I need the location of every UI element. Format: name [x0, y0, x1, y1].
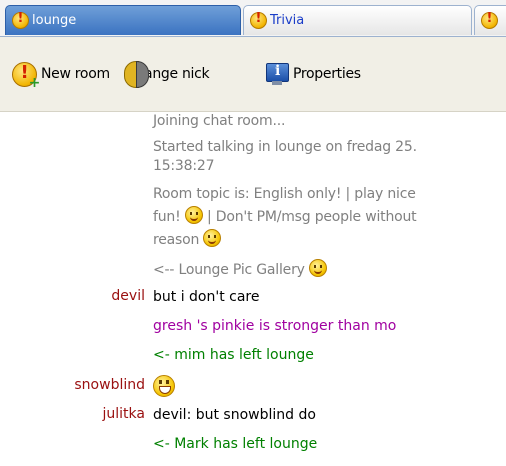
system-text: Room topic is: English only! | play nice [153, 186, 416, 202]
gallery-link[interactable]: <-- Lounge Pic Gallery [153, 262, 305, 278]
tab-lounge[interactable]: lounge [5, 5, 241, 35]
system-text: <-- Lounge Pic Gallery [153, 259, 506, 280]
info-icon [264, 61, 289, 87]
system-text: fun! | Don't PM/msg people without [153, 206, 506, 227]
tab-label: Trivia [270, 13, 305, 28]
new-room-label: New room [41, 66, 110, 82]
smiley-icon [309, 259, 327, 277]
grin-smiley-icon [153, 375, 175, 397]
change-nick-button[interactable]: Change nick [122, 60, 210, 88]
system-text: 15:38:27 [153, 158, 215, 174]
message-nick[interactable]: snowblind [74, 377, 145, 393]
tab-overflow[interactable] [474, 5, 506, 35]
message-text: gresh 's pinkie is stronger than mo [153, 318, 397, 334]
new-room-icon [12, 61, 40, 91]
system-text-fragment: | Don't PM/msg people without [207, 209, 417, 225]
system-text: Joining chat room... [153, 113, 286, 129]
chat-log[interactable]: Joining chat room... Started talking in … [0, 112, 506, 466]
toolbar: New room Change nick Properties [0, 37, 506, 112]
message-text: <- mim has left lounge [153, 347, 314, 363]
smiley-icon [203, 229, 222, 247]
system-text: reason [153, 229, 506, 250]
system-text-fragment: fun! [153, 209, 181, 225]
tab-trivia[interactable]: Trivia [243, 5, 472, 35]
system-text: Started talking in lounge on fredag 25. [153, 139, 417, 155]
properties-label: Properties [293, 66, 361, 82]
tab-label: lounge [32, 13, 77, 28]
chat-bubble-icon [481, 11, 498, 29]
message-text: devil: but snowblind do [153, 407, 316, 423]
message-text [153, 375, 506, 403]
new-room-button[interactable]: New room [12, 60, 110, 91]
chat-bubble-icon [250, 11, 267, 29]
smiley-icon [184, 206, 203, 224]
properties-button[interactable]: Properties [264, 60, 361, 88]
message-nick[interactable]: julitka [103, 406, 145, 422]
message-text: <- Mark has left lounge [153, 436, 318, 452]
message-nick[interactable]: devil [111, 288, 145, 304]
system-text-fragment: reason [153, 232, 200, 248]
chat-bubble-icon [12, 11, 29, 29]
tab-strip: lounge Trivia [0, 0, 506, 37]
message-text: but i don't care [153, 289, 260, 305]
